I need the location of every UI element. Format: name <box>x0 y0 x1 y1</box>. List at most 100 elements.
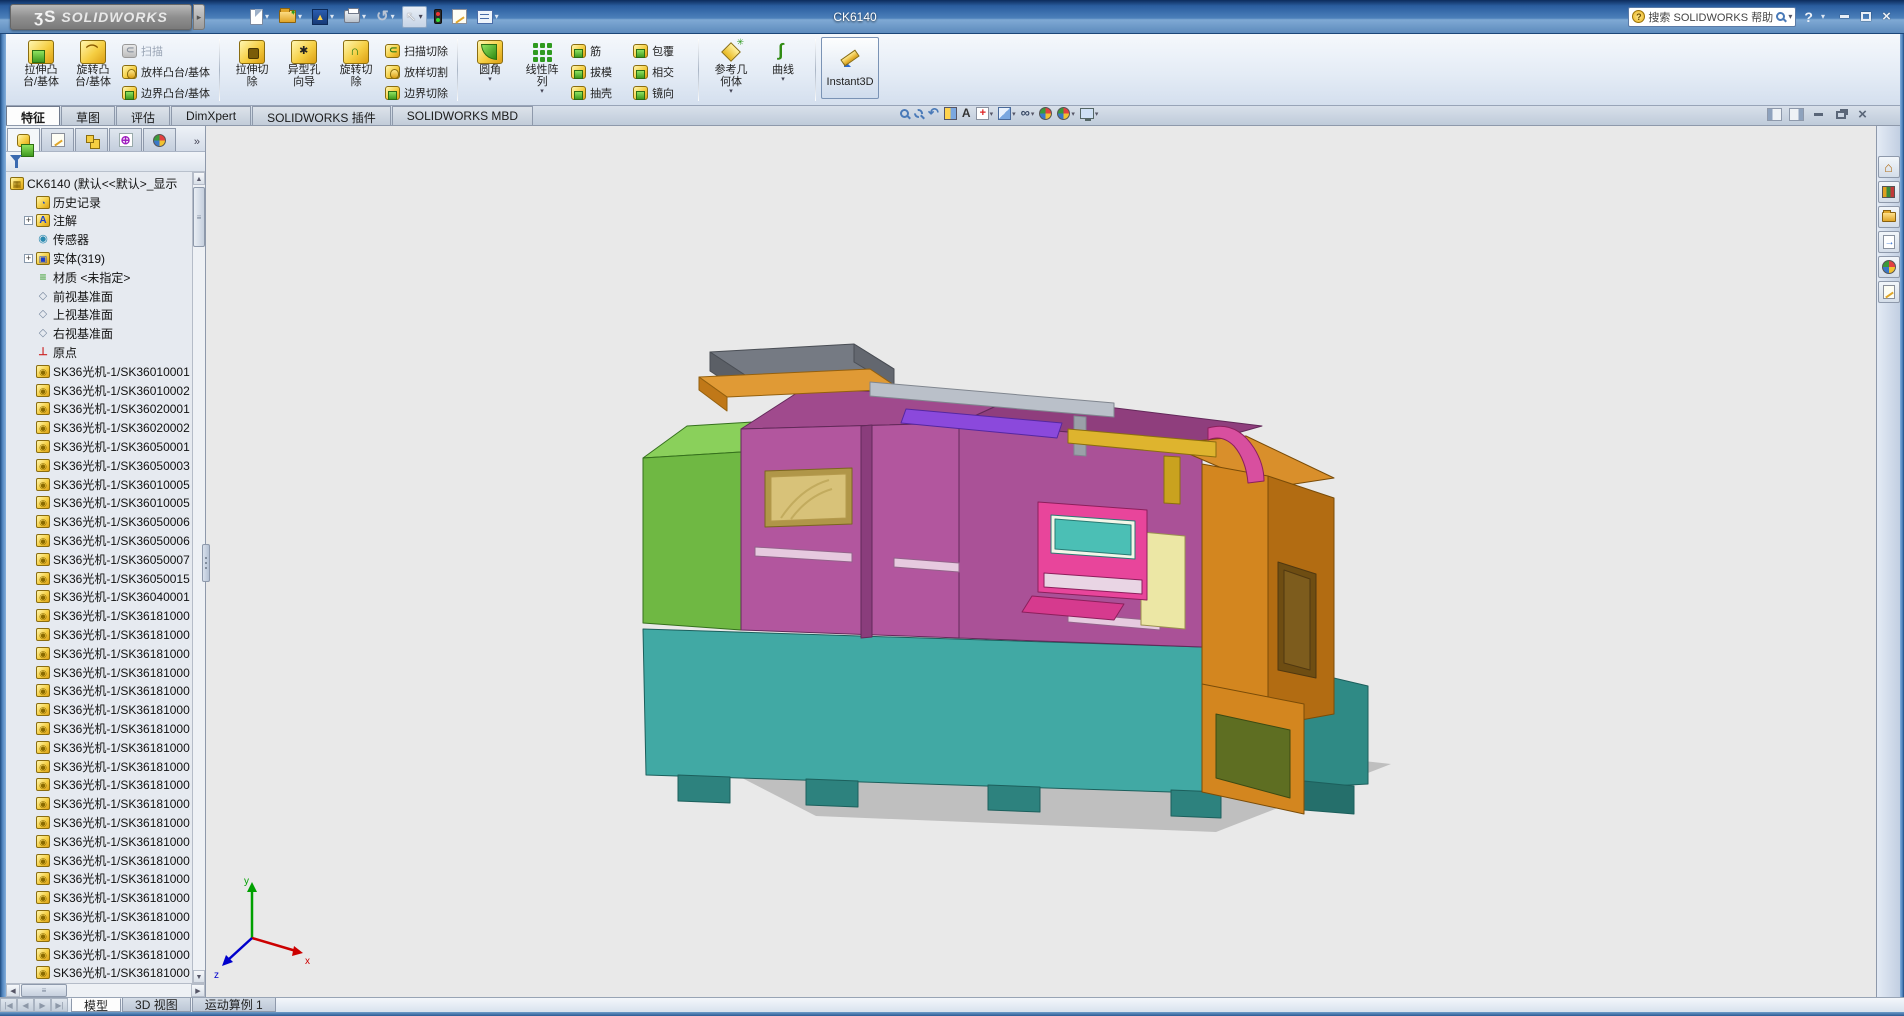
scroll-up-arrow[interactable]: ▲ <box>193 172 205 185</box>
search-dropdown-arrow[interactable]: ▾ <box>1788 12 1792 21</box>
tree-item[interactable]: + SK36光机-1/SK36181000 <box>24 757 191 776</box>
command-tab[interactable]: 草图 <box>61 106 116 125</box>
search-box[interactable]: ? 搜索 SOLIDWORKS 帮助 ▾ <box>1628 6 1797 27</box>
tree-item[interactable]: + SK36光机-1/SK36181000 <box>24 832 191 851</box>
tree-item[interactable]: + 材质 <未指定> <box>24 268 191 287</box>
ribbon-big-button[interactable]: 拉伸凸 台/基体 ▾ <box>15 38 67 95</box>
minimize-button[interactable] <box>1837 10 1852 23</box>
tree-expand-toggle[interactable]: + <box>24 216 33 226</box>
instant3d-button[interactable]: Instant3D <box>821 37 880 99</box>
tree-item[interactable]: + SK36光机-1/SK36181000 <box>24 888 191 907</box>
ribbon-small-button[interactable]: 边界凸台/基体 <box>119 83 213 103</box>
tree-item[interactable]: + SK36光机-1/SK36020001 <box>24 400 191 419</box>
tree-root-item[interactable]: CK6140 (默认<<默认>_显示 <box>10 174 191 193</box>
ribbon-small-button[interactable]: 放样切割 <box>382 62 451 82</box>
ribbon-big-button[interactable]: 拉伸切 除 ▾ <box>226 38 278 95</box>
document-close-button[interactable]: × <box>1855 106 1870 123</box>
apply-scene-button[interactable]: ▾ <box>1057 107 1075 120</box>
ribbon-big-button[interactable]: 圆角 ▾ <box>464 38 516 95</box>
command-tab[interactable]: SOLIDWORKS MBD <box>391 106 534 125</box>
tree-item[interactable]: + 右视基准面 <box>24 324 191 343</box>
hide-show-items-button[interactable]: ∞ ▾ <box>1021 106 1035 120</box>
command-tab[interactable]: 评估 <box>116 106 171 125</box>
viewport-3d-scene[interactable]: y x z <box>206 126 1876 995</box>
tree-item[interactable]: + SK36光机-1/SK36181000 <box>24 851 191 870</box>
ribbon-big-button[interactable]: 线性阵 列 ▾ <box>516 38 568 95</box>
menu-expand-arrow[interactable]: ▸ <box>193 3 205 30</box>
tree-item[interactable]: + SK36光机-1/SK36010001 <box>24 362 191 381</box>
tree-item[interactable]: + SK36光机-1/SK36050003 <box>24 456 191 475</box>
3d-drawing-view-button[interactable]: A <box>962 107 971 120</box>
tree-item[interactable]: + SK36光机-1/SK36181000 <box>24 794 191 813</box>
scrollbar-thumb[interactable]: ≡ <box>193 187 205 247</box>
nav-prev-button[interactable]: ◀ <box>17 998 34 1012</box>
tree-item[interactable]: + SK36光机-1/SK36181000 <box>24 813 191 832</box>
tree-item[interactable]: + SK36光机-1/SK36181000 <box>24 663 191 682</box>
appearances-button[interactable] <box>1877 256 1900 278</box>
tree-item[interactable]: + SK36光机-1/SK36181000 <box>24 719 191 738</box>
print-button[interactable]: ▾ <box>341 8 369 25</box>
search-icon[interactable] <box>1776 12 1786 21</box>
view-palette-button[interactable] <box>1877 231 1900 253</box>
tab-featuremanager[interactable] <box>7 128 40 157</box>
zoom-area-button[interactable] <box>914 109 923 118</box>
tree-item[interactable]: + SK36光机-1/SK36181000 <box>24 869 191 888</box>
edrawings-publish-button[interactable]: ▾ <box>309 7 337 27</box>
ribbon-small-button[interactable]: 镜向 <box>630 83 692 103</box>
graphics-viewport[interactable]: y x z <box>206 126 1876 997</box>
design-library-button[interactable] <box>1877 181 1900 203</box>
tree-item[interactable]: + SK36光机-1/SK36040001 <box>24 588 191 607</box>
section-view-button[interactable] <box>943 107 957 120</box>
tree-item[interactable]: + SK36光机-1/SK36050007 <box>24 550 191 569</box>
document-view-tab[interactable]: 运动算例 1 <box>191 998 276 1012</box>
tree-item[interactable]: + SK36光机-1/SK36181000 <box>24 700 191 719</box>
scroll-right-arrow[interactable]: ▶ <box>191 984 205 997</box>
tree-item[interactable]: + SK36光机-1/SK36020002 <box>24 418 191 437</box>
tree-item[interactable]: + SK36光机-1/SK36181000 <box>24 625 191 644</box>
maximize-button[interactable] <box>1858 10 1873 23</box>
ribbon-small-button[interactable]: 包覆 <box>630 41 692 61</box>
command-tab[interactable]: DimXpert <box>171 106 252 125</box>
tree-item[interactable]: + SK36光机-1/SK36181000 <box>24 945 191 964</box>
nav-next-button[interactable]: ▶ <box>34 998 51 1012</box>
view-settings-button[interactable]: ▾ <box>1079 108 1098 121</box>
tab-configurationmanager[interactable] <box>75 128 108 151</box>
tree-item[interactable]: + 上视基准面 <box>24 306 191 325</box>
tree-item[interactable]: + SK36光机-1/SK36010005 <box>24 494 191 513</box>
ribbon-small-button[interactable]: 扫描切除 <box>382 41 451 61</box>
ribbon-small-button[interactable]: 边界切除 <box>382 83 451 103</box>
ribbon-small-button[interactable]: 拔模 <box>568 62 630 82</box>
select-button[interactable]: ↖ ▾ <box>401 5 427 28</box>
ribbon-big-button[interactable]: 旋转凸 台/基体 ▾ <box>67 38 119 95</box>
tree-item[interactable]: + 原点 <box>24 343 191 362</box>
ribbon-small-button[interactable]: 扫描 <box>119 41 213 61</box>
ribbon-big-button[interactable]: 曲线 ▾ <box>757 38 809 95</box>
panel-splitter-grip[interactable] <box>202 544 210 582</box>
nav-first-button[interactable]: |◀ <box>0 998 17 1012</box>
command-tab[interactable]: SOLIDWORKS 插件 <box>252 106 391 125</box>
tree-item[interactable]: + 注解 <box>24 212 191 231</box>
ribbon-small-button[interactable]: 放样凸台/基体 <box>119 62 213 82</box>
zoom-fit-button[interactable] <box>900 109 909 118</box>
tree-item[interactable]: + SK36光机-1/SK36181000 <box>24 644 191 663</box>
tree-item[interactable]: + SK36光机-1/SK36010002 <box>24 381 191 400</box>
tree-item[interactable]: + SK36光机-1/SK36181000 <box>24 963 191 982</box>
ribbon-big-button[interactable]: 旋转切 除 ▾ <box>330 38 382 95</box>
document-minimize-button[interactable] <box>1811 108 1826 121</box>
machine-model-ck6140[interactable] <box>642 343 1369 819</box>
scroll-left-arrow[interactable]: ◀ <box>6 984 20 997</box>
nav-last-button[interactable]: ▶| <box>51 998 68 1012</box>
tree-filter-bar[interactable] <box>6 152 205 172</box>
ribbon-small-button[interactable]: 抽壳 <box>568 83 630 103</box>
ribbon-small-button[interactable]: 相交 <box>630 62 692 82</box>
pane-split-left-button[interactable] <box>1767 108 1782 121</box>
tree-item[interactable]: + SK36光机-1/SK36010005 <box>24 475 191 494</box>
custom-properties-button[interactable] <box>1877 281 1900 303</box>
solidworks-resources-button[interactable]: ⌂ <box>1877 156 1900 178</box>
scroll-down-arrow[interactable]: ▼ <box>193 970 205 983</box>
manager-tabs-overflow[interactable]: » <box>190 136 204 151</box>
tree-horizontal-scrollbar[interactable]: ◀ ≡ ▶ <box>6 983 205 997</box>
search-input[interactable]: 搜索 SOLIDWORKS 帮助 <box>1648 9 1773 25</box>
tree-item[interactable]: + SK36光机-1/SK36181000 <box>24 907 191 926</box>
ribbon-big-button[interactable]: 异型孔 向导 ▾ <box>278 38 330 95</box>
